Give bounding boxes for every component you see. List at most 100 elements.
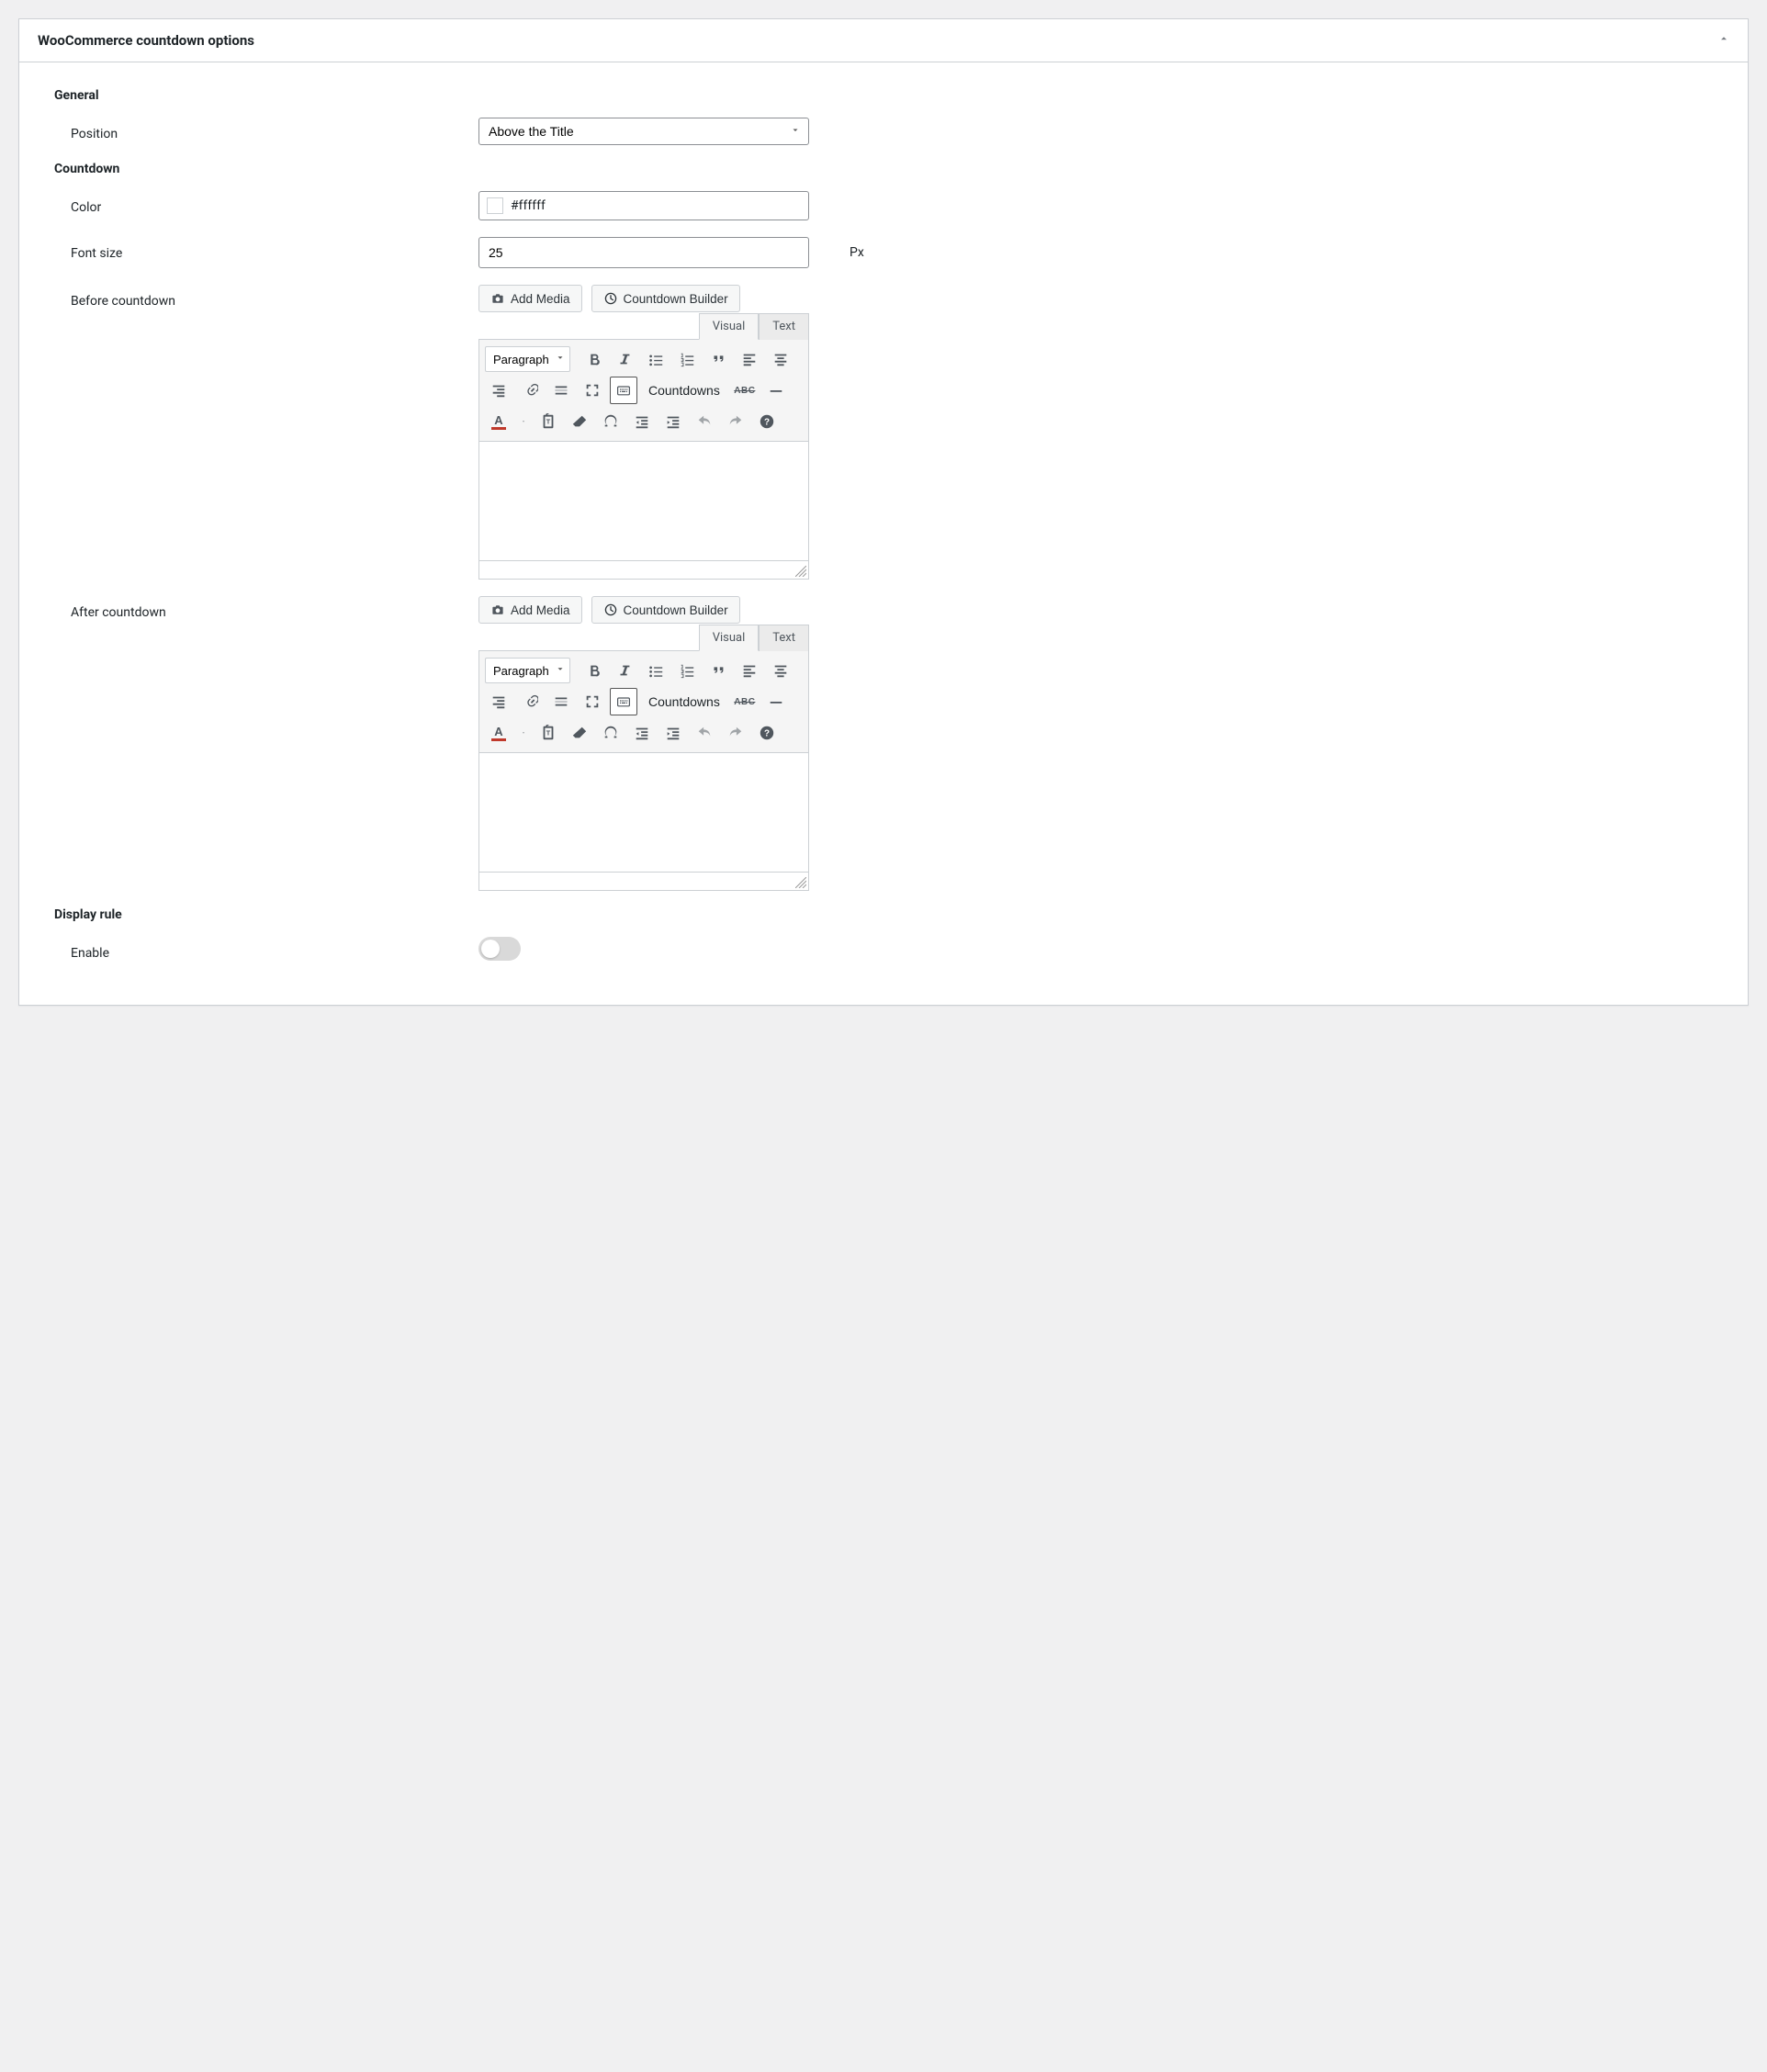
- collapse-icon[interactable]: [1718, 33, 1729, 48]
- horizontal-rule-button[interactable]: [762, 688, 790, 715]
- resize-grip-icon[interactable]: [795, 877, 806, 888]
- help-button[interactable]: [753, 719, 781, 747]
- horizontal-rule-button[interactable]: [762, 377, 790, 404]
- add-media-button[interactable]: Add Media: [478, 596, 582, 624]
- undo-button[interactable]: [691, 719, 718, 747]
- text-color-dropdown[interactable]: [516, 719, 531, 747]
- align-left-button[interactable]: [736, 345, 763, 373]
- camera-icon: [490, 291, 505, 306]
- fullscreen-button[interactable]: [579, 688, 606, 715]
- special-char-button[interactable]: [597, 719, 625, 747]
- editor-path-bar: [478, 561, 809, 580]
- label-after-countdown: After countdown: [38, 596, 478, 620]
- panel-header[interactable]: WooCommerce countdown options: [19, 19, 1748, 62]
- label-before-countdown: Before countdown: [38, 285, 478, 309]
- editor-before: Visual Text Paragraph: [478, 312, 809, 580]
- paste-text-button[interactable]: [535, 719, 562, 747]
- resize-grip-icon[interactable]: [795, 566, 806, 577]
- section-general: General: [54, 88, 1729, 103]
- align-center-button[interactable]: [767, 657, 794, 684]
- strikethrough-button[interactable]: ABC: [731, 377, 759, 404]
- clear-formatting-button[interactable]: [566, 408, 593, 435]
- editor-path-bar: [478, 873, 809, 891]
- font-size-input[interactable]: [478, 237, 809, 268]
- position-select[interactable]: Above the Title: [478, 118, 809, 145]
- numbered-list-button[interactable]: [673, 345, 701, 373]
- text-color-button[interactable]: A: [485, 719, 512, 747]
- tab-text[interactable]: Text: [759, 313, 809, 340]
- editor-content[interactable]: [478, 442, 809, 561]
- toggle-knob: [481, 940, 500, 958]
- align-right-button[interactable]: [485, 377, 512, 404]
- settings-panel: WooCommerce countdown options General Po…: [18, 18, 1749, 1006]
- italic-button[interactable]: [611, 345, 638, 373]
- countdown-builder-button[interactable]: Countdown Builder: [591, 596, 740, 624]
- special-char-button[interactable]: [597, 408, 625, 435]
- row-position: Position Above the Title: [38, 118, 1729, 145]
- enable-toggle[interactable]: [478, 937, 521, 961]
- align-center-button[interactable]: [767, 345, 794, 373]
- editor-toolbar: Paragraph: [478, 339, 809, 442]
- tab-visual[interactable]: Visual: [699, 625, 760, 651]
- redo-button[interactable]: [722, 719, 749, 747]
- indent-button[interactable]: [659, 719, 687, 747]
- text-color-dropdown[interactable]: [516, 408, 531, 435]
- italic-button[interactable]: [611, 657, 638, 684]
- indent-button[interactable]: [659, 408, 687, 435]
- panel-title: WooCommerce countdown options: [38, 32, 254, 49]
- align-right-button[interactable]: [485, 688, 512, 715]
- clock-icon: [603, 291, 618, 306]
- section-display-rule: Display rule: [54, 907, 1729, 922]
- row-before-countdown: Before countdown Add Media Countdown Bui…: [38, 285, 1729, 580]
- bold-button[interactable]: [580, 345, 607, 373]
- toolbar-toggle-button[interactable]: [610, 377, 637, 404]
- label-color: Color: [38, 191, 478, 215]
- numbered-list-button[interactable]: [673, 657, 701, 684]
- add-media-button[interactable]: Add Media: [478, 285, 582, 312]
- outdent-button[interactable]: [628, 719, 656, 747]
- bold-button[interactable]: [580, 657, 607, 684]
- clear-formatting-button[interactable]: [566, 719, 593, 747]
- row-font-size: Font size Px: [38, 237, 1729, 268]
- editor-toolbar: Paragraph: [478, 650, 809, 753]
- help-button[interactable]: [753, 408, 781, 435]
- outdent-button[interactable]: [628, 408, 656, 435]
- font-size-unit: Px: [850, 245, 864, 260]
- editor-after: Visual Text Paragraph: [478, 624, 809, 891]
- align-left-button[interactable]: [736, 657, 763, 684]
- bullet-list-button[interactable]: [642, 657, 670, 684]
- color-input[interactable]: #ffffff: [478, 191, 809, 220]
- blockquote-button[interactable]: [704, 345, 732, 373]
- redo-button[interactable]: [722, 408, 749, 435]
- color-swatch: [487, 197, 503, 214]
- tab-text[interactable]: Text: [759, 625, 809, 651]
- toolbar-toggle-button[interactable]: [610, 688, 637, 715]
- editor-content[interactable]: [478, 753, 809, 873]
- link-button[interactable]: [516, 688, 544, 715]
- bullet-list-button[interactable]: [642, 345, 670, 373]
- undo-button[interactable]: [691, 408, 718, 435]
- label-font-size: Font size: [38, 237, 478, 261]
- read-more-button[interactable]: [547, 688, 575, 715]
- section-countdown: Countdown: [54, 162, 1729, 176]
- camera-icon: [490, 602, 505, 617]
- read-more-button[interactable]: [547, 377, 575, 404]
- blockquote-button[interactable]: [704, 657, 732, 684]
- row-after-countdown: After countdown Add Media Countdown Buil…: [38, 596, 1729, 891]
- tab-visual[interactable]: Visual: [699, 313, 760, 340]
- row-enable: Enable: [38, 937, 1729, 961]
- link-button[interactable]: [516, 377, 544, 404]
- countdowns-button[interactable]: Countdowns: [641, 377, 727, 404]
- paragraph-select[interactable]: Paragraph: [485, 658, 570, 683]
- countdown-builder-button[interactable]: Countdown Builder: [591, 285, 740, 312]
- color-value: #ffffff: [511, 198, 546, 213]
- label-position: Position: [38, 118, 478, 141]
- label-enable: Enable: [38, 937, 478, 961]
- paste-text-button[interactable]: [535, 408, 562, 435]
- countdowns-button[interactable]: Countdowns: [641, 688, 727, 715]
- clock-icon: [603, 602, 618, 617]
- fullscreen-button[interactable]: [579, 377, 606, 404]
- strikethrough-button[interactable]: ABC: [731, 688, 759, 715]
- paragraph-select[interactable]: Paragraph: [485, 346, 570, 372]
- text-color-button[interactable]: A: [485, 408, 512, 435]
